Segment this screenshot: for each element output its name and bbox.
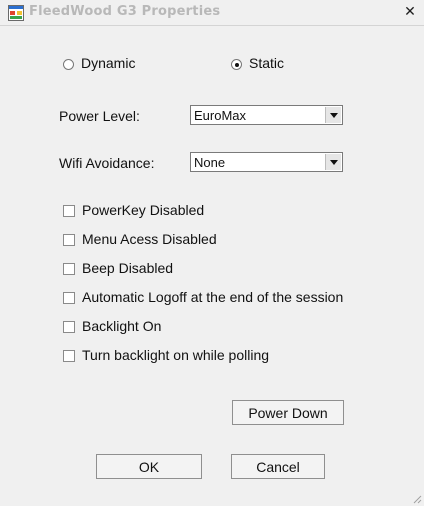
backlight-while-polling-label[interactable]: Turn backlight on while polling: [82, 347, 269, 363]
title-bar[interactable]: FleedWood G3 Properties ✕: [0, 0, 424, 26]
resize-grip-icon[interactable]: [412, 494, 422, 504]
window-title: FleedWood G3 Properties: [29, 4, 221, 19]
close-icon: ✕: [404, 4, 416, 20]
properties-dialog: FleedWood G3 Properties ✕ Dynamic Static…: [0, 0, 424, 506]
wifi-avoidance-select[interactable]: None: [190, 152, 343, 172]
powerkey-disabled-label[interactable]: PowerKey Disabled: [82, 202, 204, 218]
beep-disabled-label[interactable]: Beep Disabled: [82, 260, 173, 276]
backlight-while-polling-checkbox[interactable]: [63, 350, 75, 362]
chevron-down-icon[interactable]: [325, 154, 341, 170]
backlight-on-label[interactable]: Backlight On: [82, 318, 161, 334]
close-button[interactable]: ✕: [400, 2, 420, 22]
wifi-avoidance-label: Wifi Avoidance:: [59, 155, 155, 171]
menu-access-disabled-label[interactable]: Menu Acess Disabled: [82, 231, 217, 247]
chevron-down-icon[interactable]: [325, 107, 341, 123]
menu-access-disabled-checkbox[interactable]: [63, 234, 75, 246]
beep-disabled-checkbox[interactable]: [63, 263, 75, 275]
automatic-logoff-checkbox[interactable]: [63, 292, 75, 304]
dialog-body: Dynamic Static Power Level: EuroMax Wifi…: [0, 26, 424, 506]
radio-static[interactable]: [231, 59, 242, 70]
radio-dynamic[interactable]: [63, 59, 74, 70]
power-level-label: Power Level:: [59, 108, 140, 124]
powerkey-disabled-checkbox[interactable]: [63, 205, 75, 217]
power-level-value: EuroMax: [194, 108, 247, 123]
radio-selected-dot: [235, 63, 239, 67]
radio-static-label[interactable]: Static: [249, 55, 284, 71]
automatic-logoff-label[interactable]: Automatic Logoff at the end of the sessi…: [82, 289, 343, 305]
radio-dynamic-label[interactable]: Dynamic: [81, 55, 135, 71]
backlight-on-checkbox[interactable]: [63, 321, 75, 333]
ok-button[interactable]: OK: [96, 454, 202, 479]
wifi-avoidance-value: None: [194, 155, 226, 170]
power-down-button[interactable]: Power Down: [232, 400, 344, 425]
app-window-icon: [8, 5, 24, 21]
power-level-select[interactable]: EuroMax: [190, 105, 343, 125]
cancel-button[interactable]: Cancel: [231, 454, 325, 479]
